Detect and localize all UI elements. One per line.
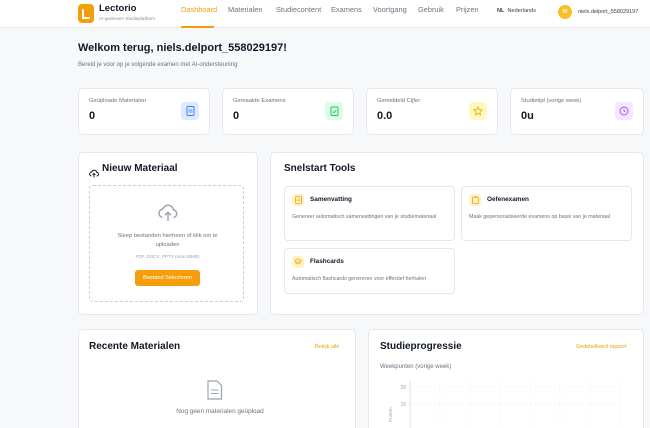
nav-link-gebruik[interactable]: Gebruik [418, 5, 444, 14]
brand-tagline: AI-gedreven Studieplatform [99, 16, 155, 21]
nav-link-dashboard[interactable]: Dashboard [181, 5, 217, 14]
detailed-report-link[interactable]: Gedetailleerd rapport [576, 344, 627, 350]
empty-state-text: Nog geen materialen geüpload [176, 408, 264, 415]
stat-value: 0 [89, 110, 96, 122]
brand-name[interactable]: Lectorio [99, 3, 136, 14]
chart-subtitle: Weekpunten (vorige week) [380, 364, 452, 370]
stat-card-exams: Gemaakte Examens 0 [222, 88, 354, 135]
study-progress-title: Studieprogressie [380, 341, 462, 352]
select-file-button[interactable]: Bestand Selecteren [135, 270, 200, 286]
chart-y-axis-label: Punten [388, 407, 393, 422]
chart-y-tick-label: 15 [400, 402, 406, 408]
tool-flashcards[interactable]: Flashcards Automatisch flashcards genere… [284, 248, 455, 294]
tool-title: Flashcards [310, 258, 344, 265]
stat-label: Gemaakte Examens [233, 98, 286, 104]
stat-value: 0u [521, 110, 534, 122]
star-icon [469, 102, 487, 120]
document-text-icon [292, 194, 304, 206]
top-navbar: Lectorio AI-gedreven Studieplatform Dash… [0, 0, 650, 28]
stat-value: 0.0 [377, 110, 393, 122]
chart-y-tick-label: 20 [400, 385, 406, 391]
page-subtitle: Bereid je voor op je volgende examen met… [78, 62, 238, 68]
upload-cloud-icon [89, 165, 99, 183]
nav-link-studiecontent[interactable]: Studiecontent [276, 5, 321, 14]
upload-dropzone[interactable]: Sleep bestanden hierheen of klik om te u… [89, 185, 244, 302]
layers-icon [292, 256, 304, 268]
page-title: Welkom terug, niels.delport_558029197! [78, 42, 287, 54]
tool-description: Automatisch flashcards genereren voor ef… [292, 276, 427, 282]
stat-label: Gemiddeld Cijfer [377, 98, 421, 104]
language-code: NL [497, 8, 505, 14]
cloud-upload-icon [157, 204, 179, 227]
language-name: Nederlands [507, 8, 537, 14]
clipboard-icon [469, 194, 481, 206]
document-icon [181, 102, 199, 120]
dropzone-formats: PDF, DOCX, PPTX (max 50MB) [135, 254, 200, 259]
stat-value: 0 [233, 110, 240, 122]
stat-card-studytime: Studietijd (vorige week) 0u [510, 88, 644, 135]
nav-active-indicator [181, 26, 214, 28]
stat-label: Geüploade Materialen [89, 98, 147, 104]
tool-oefenexamen[interactable]: Oefenexamen Maak gepersonaliseerde exame… [461, 186, 632, 241]
clock-icon [615, 102, 633, 120]
avatar[interactable]: NI [558, 5, 572, 19]
stat-card-materials: Geüploade Materialen 0 [78, 88, 210, 135]
nav-link-examens[interactable]: Examens [331, 5, 362, 14]
dropzone-instruction-2: uploaden [155, 242, 180, 248]
dropzone-instruction: Sleep bestanden hierheen of klik om te [117, 233, 218, 239]
recent-materials-title: Recente Materialen [89, 341, 181, 352]
empty-document-icon [206, 380, 223, 405]
tool-description: Maak gepersonaliseerde examens op basis … [469, 214, 611, 220]
nav-link-materialen[interactable]: Materialen [228, 5, 263, 14]
tool-description: Genereer automatisch samenvattingen van … [292, 214, 437, 220]
username[interactable]: niels.delport_558029197 [578, 9, 638, 15]
quickstart-title: Snelstart Tools [284, 163, 356, 174]
progress-chart: 20 15 Punten [388, 380, 621, 428]
stat-label: Studietijd (vorige week) [521, 98, 582, 104]
tool-samenvatting[interactable]: Samenvatting Genereer automatisch samenv… [284, 186, 455, 241]
stat-card-grade: Gemiddeld Cijfer 0.0 [366, 88, 498, 135]
logo-icon[interactable] [78, 4, 94, 23]
tool-title: Samenvatting [310, 196, 352, 203]
clipboard-check-icon [325, 102, 343, 120]
upload-title: Nieuw Materiaal [102, 163, 178, 174]
nav-link-prijzen[interactable]: Prijzen [456, 5, 479, 14]
view-all-link[interactable]: Bekijk alle [315, 344, 339, 350]
tool-title: Oefenexamen [487, 196, 529, 203]
language-selector[interactable]: NL Nederlands [497, 8, 536, 14]
nav-link-voortgang[interactable]: Voortgang [373, 5, 407, 14]
